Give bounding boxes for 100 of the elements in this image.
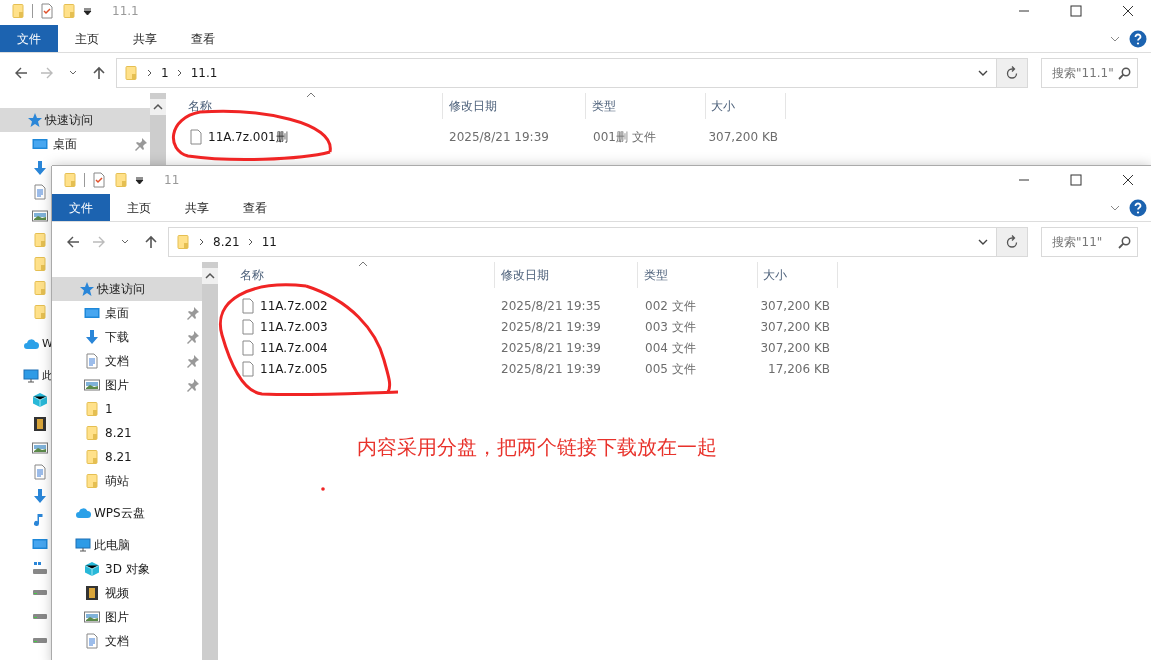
breadcrumb-item[interactable]: 8.21 xyxy=(213,233,240,251)
column-header[interactable]: 大小 xyxy=(706,93,786,119)
help-icon[interactable] xyxy=(1129,29,1147,48)
file-type: 004 文件 xyxy=(645,339,697,357)
nav-label: 8.21 xyxy=(105,425,132,442)
breadcrumb-item[interactable]: 11.1 xyxy=(190,64,218,82)
search-field[interactable]: 搜索"11.1" xyxy=(1041,58,1138,88)
help-icon[interactable] xyxy=(1129,198,1147,217)
file-type: 002 文件 xyxy=(645,297,697,315)
column-header[interactable]: 修改日期 xyxy=(443,93,586,119)
ribbon-tab[interactable]: 文件 xyxy=(52,194,110,221)
checklist-icon[interactable] xyxy=(91,172,107,188)
dropdown-caret-icon[interactable] xyxy=(135,175,144,185)
breadcrumb-item[interactable]: 11 xyxy=(261,233,277,251)
nav-item[interactable]: 桌面 xyxy=(52,301,202,325)
folder-icon xyxy=(113,172,129,188)
picture-icon xyxy=(32,208,48,224)
file-name: 11A.7z.003 xyxy=(260,318,328,336)
nav-item[interactable]: 此电脑 xyxy=(52,533,202,557)
search-placeholder: 搜索"11.1" xyxy=(1052,65,1114,82)
document-icon xyxy=(84,633,100,649)
annotation-dot xyxy=(321,487,325,491)
folder-icon xyxy=(32,280,48,296)
ribbon-tab[interactable]: 查看 xyxy=(174,25,232,52)
file-icon xyxy=(240,339,256,356)
address-bar[interactable]: 1 11.1 xyxy=(116,58,997,88)
breadcrumb-item[interactable]: 1 xyxy=(161,64,169,82)
file-date: 2025/8/21 19:39 xyxy=(448,128,550,146)
column-header[interactable]: 类型 xyxy=(586,93,706,119)
column-header[interactable]: 修改日期 xyxy=(495,262,638,288)
file-row[interactable]: 11A.7z.002 2025/8/21 19:35 002 文件 307,200 KB xyxy=(218,295,1151,316)
nav-item[interactable]: WPS云盘 xyxy=(52,501,202,525)
folder-icon xyxy=(61,3,77,19)
column-header[interactable]: 名称 xyxy=(218,262,495,288)
nav-item[interactable]: 视频 xyxy=(52,581,202,605)
nav-item[interactable]: 萌站 xyxy=(52,469,202,493)
nav-item[interactable]: 3D 对象 xyxy=(52,557,202,581)
nav-item[interactable]: 8.21 xyxy=(52,445,202,469)
search-field[interactable]: 搜索"11" xyxy=(1041,227,1138,257)
nav-label: WPS云盘 xyxy=(94,505,145,522)
nav-label: 快速访问 xyxy=(97,281,145,298)
picture-icon xyxy=(84,377,100,393)
nav-label: 此电脑 xyxy=(94,537,130,554)
folder-icon xyxy=(84,473,100,489)
file-row[interactable]: 11A.7z.004 2025/8/21 19:39 004 文件 307,200 KB xyxy=(218,337,1151,358)
ribbon-tab[interactable]: 共享 xyxy=(168,194,226,221)
refresh-button[interactable] xyxy=(997,227,1028,257)
nav-item[interactable]: 图片 xyxy=(52,373,202,397)
nav-item[interactable]: 下载 xyxy=(52,325,202,349)
file-row[interactable]: 11A.7z.005 2025/8/21 19:39 005 文件 17,206 KB xyxy=(218,358,1151,379)
chevron-down-icon[interactable] xyxy=(978,68,988,78)
nav-item[interactable]: 文档 xyxy=(52,629,202,653)
file-size: 307,200 KB xyxy=(759,318,830,336)
ribbon-tab[interactable]: 文件 xyxy=(0,25,58,52)
nav-item[interactable]: 图片 xyxy=(52,605,202,629)
folder-icon xyxy=(32,304,48,320)
file-date: 2025/8/21 19:39 xyxy=(500,360,602,378)
chevron-right-icon xyxy=(176,69,183,77)
dropdown-caret-icon[interactable] xyxy=(83,6,92,16)
checklist-icon[interactable] xyxy=(39,3,55,19)
separator-mark xyxy=(84,173,85,187)
cloud-icon xyxy=(75,505,91,521)
desktop-icon xyxy=(84,305,100,321)
chevron-down-icon[interactable] xyxy=(978,237,988,247)
nav-item[interactable]: 快速访问 xyxy=(52,277,202,301)
column-header[interactable]: 名称 xyxy=(166,93,443,119)
star-icon xyxy=(27,112,43,128)
file-row[interactable]: 11A.7z.003 2025/8/21 19:39 003 文件 307,200 KB xyxy=(218,316,1151,337)
nav-label: 8.21 xyxy=(105,449,132,466)
nav-item[interactable]: 1 xyxy=(52,397,202,421)
nav-item[interactable]: 快速访问 xyxy=(0,108,150,132)
document-icon xyxy=(84,353,100,369)
separator-mark xyxy=(32,4,33,18)
sort-caret-icon xyxy=(306,92,316,98)
ribbon-tab[interactable]: 共享 xyxy=(116,25,174,52)
nav-item[interactable]: 桌面 xyxy=(0,132,150,156)
file-icon xyxy=(240,360,256,377)
folder-icon xyxy=(123,65,139,81)
ribbon-tab[interactable]: 主页 xyxy=(58,25,116,52)
folder-icon xyxy=(10,3,26,19)
nav-label: 图片 xyxy=(105,609,129,626)
ribbon-tab[interactable]: 查看 xyxy=(226,194,284,221)
column-header[interactable]: 类型 xyxy=(638,262,758,288)
nav-item[interactable]: 8.21 xyxy=(52,421,202,445)
nav-item[interactable]: 文档 xyxy=(52,349,202,373)
folder-icon xyxy=(62,172,78,188)
window-title: 11.1 xyxy=(112,3,139,20)
address-bar[interactable]: 8.21 11 xyxy=(168,227,997,257)
file-size: 307,200 KB xyxy=(759,297,830,315)
down-arrow-icon xyxy=(84,329,100,345)
drive-icon xyxy=(32,560,48,576)
desktop-icon xyxy=(32,536,48,552)
star-icon xyxy=(79,281,95,297)
refresh-button[interactable] xyxy=(997,58,1028,88)
ribbon-tab[interactable]: 主页 xyxy=(110,194,168,221)
column-header[interactable]: 大小 xyxy=(758,262,838,288)
folder-icon xyxy=(84,425,100,441)
file-row[interactable]: 11A.7z.001删 2025/8/21 19:39 001删 文件 307,200 KB xyxy=(166,126,1151,147)
search-icon xyxy=(1118,235,1131,249)
folder-icon xyxy=(84,449,100,465)
